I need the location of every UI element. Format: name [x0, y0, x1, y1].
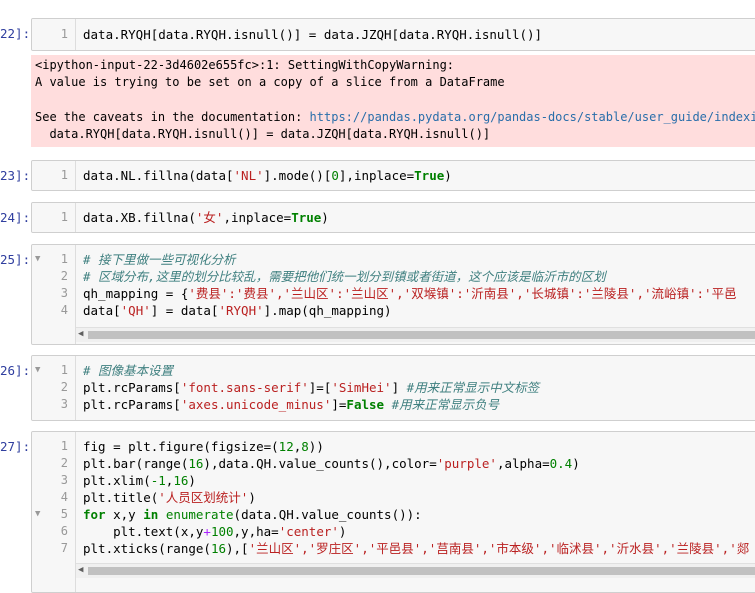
- code-line: plt.rcParams['font.sans-serif']=['SimHei…: [83, 380, 540, 395]
- code-line: plt.xticks(range(16),['兰山区','罗庄区','平邑县',…: [83, 541, 750, 556]
- docs-link[interactable]: https://pandas.pydata.org/pandas-docs/st…: [310, 110, 755, 124]
- cell-prompt: 26]:: [0, 363, 31, 378]
- code-editor[interactable]: 1 data.XB.fillna('女',inplace=True): [31, 202, 755, 233]
- line-number: 7: [60, 541, 68, 555]
- cell-prompt: 23]:: [0, 168, 31, 183]
- scrollbar-thumb[interactable]: [88, 331, 755, 339]
- warning-line: <ipython-input-22-3d4602e655fc>:1: Setti…: [35, 58, 455, 72]
- line-number: 3: [60, 397, 68, 411]
- code-editor[interactable]: ▼ 1 # 接下里做一些可视化分析 2 # 区域分布,这里的划分比较乱，需要把他…: [31, 244, 755, 345]
- cell-prompt: 22]:: [0, 26, 31, 41]
- line-number: 3: [60, 286, 68, 300]
- warning-line: See the caveats in the documentation: ht…: [35, 110, 755, 124]
- code-line: plt.rcParams['axes.unicode_minus']=False…: [83, 397, 500, 412]
- code-line: plt.title('人员区划统计'): [83, 490, 256, 505]
- code-editor[interactable]: 1 fig = plt.figure(figsize=(12,8)) 2 plt…: [31, 431, 755, 593]
- scroll-left-icon[interactable]: ◀: [78, 329, 83, 339]
- code-line: plt.bar(range(16),data.QH.value_counts()…: [83, 456, 580, 471]
- line-number: 4: [60, 490, 68, 504]
- fold-arrow-icon[interactable]: ▼: [35, 251, 40, 268]
- code-line: # 接下里做一些可视化分析: [83, 252, 236, 267]
- line-number: 2: [60, 456, 68, 470]
- cell-prompt: 25]:: [0, 252, 31, 267]
- code-line: data['QH'] = data['RYQH'].map(qh_mapping…: [83, 303, 392, 318]
- code-line: # 区域分布,这里的划分比较乱，需要把他们统一划分到镇或者街道，这个应该是临沂市…: [83, 269, 606, 284]
- code-line: qh_mapping = {'费县':'费县','兰山区':'兰山区','双堠镇…: [83, 286, 737, 301]
- fold-arrow-icon[interactable]: ▼: [35, 506, 40, 523]
- code-editor[interactable]: ▼ 1 # 图像基本设置 2 plt.rcParams['font.sans-s…: [31, 355, 755, 421]
- code-line: # 图像基本设置: [83, 363, 174, 378]
- line-number: 6: [60, 524, 68, 538]
- fold-arrow-icon[interactable]: ▼: [35, 362, 40, 379]
- line-number: 1: [60, 27, 68, 41]
- code-cell-24[interactable]: 24]: 1 data.XB.fillna('女',inplace=True): [0, 202, 755, 233]
- code-cell-27[interactable]: 27]: 1 fig = plt.figure(figsize=(12,8)) …: [0, 431, 755, 593]
- cell-prompt: 24]:: [0, 210, 31, 225]
- warning-line: A value is trying to be set on a copy of…: [35, 75, 505, 89]
- code-line: data.XB.fillna('女',inplace=True): [83, 210, 329, 225]
- code-line: plt.xlim(-1,16): [83, 473, 196, 488]
- warning-output: <ipython-input-22-3d4602e655fc>:1: Setti…: [31, 55, 755, 147]
- horizontal-scrollbar[interactable]: ◀: [76, 327, 755, 342]
- code-line: data.NL.fillna(data['NL'].mode()[0],inpl…: [83, 168, 452, 183]
- scrollbar-thumb[interactable]: [88, 567, 755, 575]
- code-cell-26[interactable]: 26]: ▼ 1 # 图像基本设置 2 plt.rcParams['font.s…: [0, 355, 755, 421]
- cell-prompt: 27]:: [0, 439, 31, 454]
- line-number: 1: [60, 252, 68, 266]
- code-line: plt.text(x,y+100,y,ha='center'): [83, 524, 347, 539]
- code-line: for x,y in enumerate(data.QH.value_count…: [83, 507, 422, 522]
- code-line: data.RYQH[data.RYQH.isnull()] = data.JZQ…: [83, 27, 543, 42]
- line-number: 1: [60, 363, 68, 377]
- line-number: 5: [60, 507, 68, 521]
- line-number: 3: [60, 473, 68, 487]
- code-line: fig = plt.figure(figsize=(12,8)): [83, 439, 324, 454]
- warning-line: data.RYQH[data.RYQH.isnull()] = data.JZQ…: [35, 127, 491, 141]
- code-editor[interactable]: 1 data.RYQH[data.RYQH.isnull()] = data.J…: [31, 18, 755, 51]
- line-number: 2: [60, 269, 68, 283]
- code-cell-22[interactable]: 22]: 1 data.RYQH[data.RYQH.isnull()] = d…: [0, 18, 755, 148]
- line-number: 2: [60, 380, 68, 394]
- horizontal-scrollbar[interactable]: ◀: [76, 563, 755, 578]
- code-editor[interactable]: 1 data.NL.fillna(data['NL'].mode()[0],in…: [31, 160, 755, 191]
- scroll-left-icon[interactable]: ◀: [78, 565, 83, 575]
- line-number: 1: [60, 210, 68, 224]
- line-number: 4: [60, 303, 68, 317]
- line-number: 1: [60, 439, 68, 453]
- code-cell-25[interactable]: 25]: ▼ 1 # 接下里做一些可视化分析 2 # 区域分布,这里的划分比较乱…: [0, 244, 755, 345]
- code-cell-23[interactable]: 23]: 1 data.NL.fillna(data['NL'].mode()[…: [0, 160, 755, 191]
- line-number: 1: [60, 168, 68, 182]
